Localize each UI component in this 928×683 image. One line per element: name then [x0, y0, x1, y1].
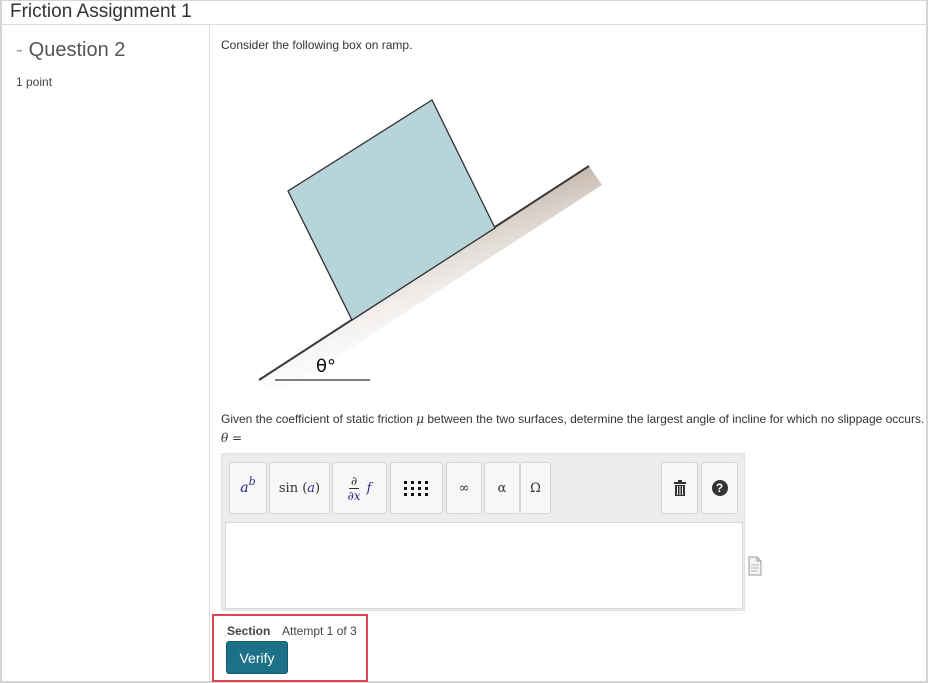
section-attempt-box: Section Attempt 1 of 3 Verify [212, 614, 368, 682]
document-preview-icon[interactable] [748, 556, 762, 576]
question-sidebar: - Question 2 1 point [2, 25, 210, 681]
help-icon: ? [711, 480, 728, 496]
box [287, 99, 496, 321]
answer-label: θ = [221, 431, 243, 445]
matrix-icon [404, 480, 429, 496]
greek-alpha-button[interactable]: α [484, 462, 520, 514]
box-on-ramp-figure: θ° [258, 99, 602, 390]
question-points: 1 point [16, 75, 53, 89]
question-text: Given the coefficient of static friction… [221, 412, 924, 426]
help-button[interactable]: ? [701, 462, 738, 514]
verify-button[interactable]: Verify [226, 641, 288, 674]
question-text-before: Given the coefficient of static friction [221, 412, 417, 426]
assignment-title: Friction Assignment 1 [10, 1, 192, 22]
power-button[interactable]: ab [229, 462, 267, 514]
mu-symbol: μ [416, 412, 425, 426]
math-editor: ab sin (a) ∂ ∂x f ∞ α Ω ? [221, 453, 745, 611]
question-prompt: Consider the following box on ramp. [221, 38, 413, 52]
symbols-omega-button[interactable]: Ω [520, 462, 551, 514]
infinity-button[interactable]: ∞ [446, 462, 482, 514]
question-text-after: between the two surfaces, determine the … [424, 412, 925, 426]
attempt-counter: Attempt 1 of 3 [282, 624, 357, 638]
question-heading[interactable]: - Question 2 [16, 39, 125, 62]
section-label: Section [227, 624, 271, 638]
angle-label: θ° [316, 356, 336, 377]
sin-button[interactable]: sin (a) [269, 462, 330, 514]
trash-icon [673, 480, 686, 496]
question-title: Question 2 [28, 39, 126, 61]
clear-button[interactable] [661, 462, 698, 514]
collapse-dash[interactable]: - [16, 39, 23, 61]
derivative-button[interactable]: ∂ ∂x f [332, 462, 387, 514]
matrix-button[interactable] [390, 462, 443, 514]
answer-input[interactable] [225, 522, 743, 609]
